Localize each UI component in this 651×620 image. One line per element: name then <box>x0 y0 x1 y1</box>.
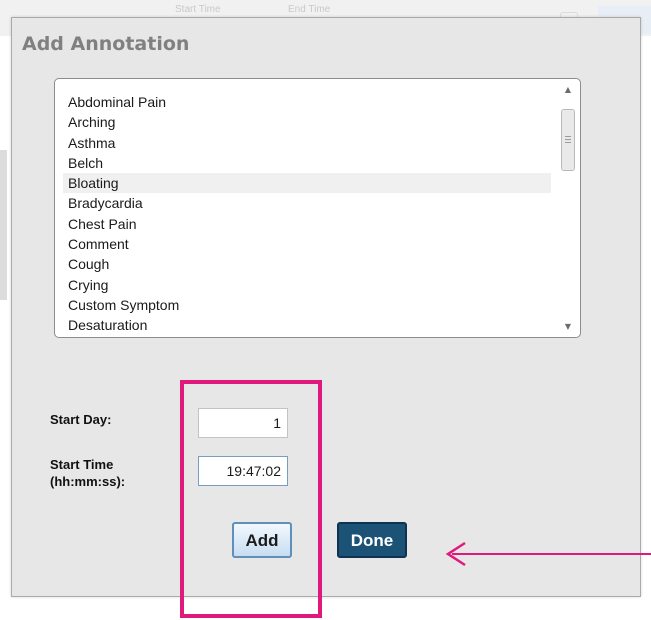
scrollbar-thumb[interactable] <box>561 109 575 171</box>
start-time-label: Start Time (hh:mm:ss): <box>50 456 125 490</box>
grip-line <box>565 136 571 137</box>
grip-line <box>565 139 571 140</box>
arrow-left-icon <box>445 541 466 567</box>
grip-line <box>565 142 571 143</box>
pointer-arrow-line <box>452 553 651 555</box>
background-column-header: End Time <box>288 4 331 15</box>
done-button[interactable]: Done <box>337 522 407 558</box>
background-column-header: Start Time <box>175 4 221 15</box>
list-item[interactable]: Chest Pain <box>63 214 551 234</box>
list-scrollbar[interactable]: ▲ ▼ <box>560 83 576 333</box>
annotation-list: Abdominal Pain Arching Asthma Belch Bloa… <box>63 92 551 336</box>
background-edge <box>0 150 7 300</box>
scroll-up-icon[interactable]: ▲ <box>560 85 576 94</box>
list-item[interactable]: Belch <box>63 153 551 173</box>
annotation-listbox[interactable]: Abdominal Pain Arching Asthma Belch Bloa… <box>54 78 581 338</box>
scroll-down-icon[interactable]: ▼ <box>560 322 576 331</box>
list-item[interactable]: Crying <box>63 275 551 295</box>
list-item[interactable]: Arching <box>63 112 551 132</box>
list-item[interactable]: Comment <box>63 234 551 254</box>
highlight-box <box>180 380 322 618</box>
list-item-selected[interactable]: Bloating <box>63 173 551 194</box>
list-item[interactable]: Bradycardia <box>63 193 551 213</box>
list-item[interactable]: Abdominal Pain <box>63 92 551 112</box>
list-item[interactable]: Asthma <box>63 133 551 153</box>
list-item[interactable]: Cough <box>63 254 551 274</box>
start-time-format-label: (hh:mm:ss): <box>50 474 126 489</box>
list-item[interactable]: Desaturation <box>63 315 551 335</box>
dialog-title: Add Annotation <box>22 33 190 55</box>
start-day-label: Start Day: <box>50 412 112 427</box>
list-item[interactable]: Custom Symptom <box>63 295 551 315</box>
start-time-label-line: Start Time <box>50 457 114 472</box>
